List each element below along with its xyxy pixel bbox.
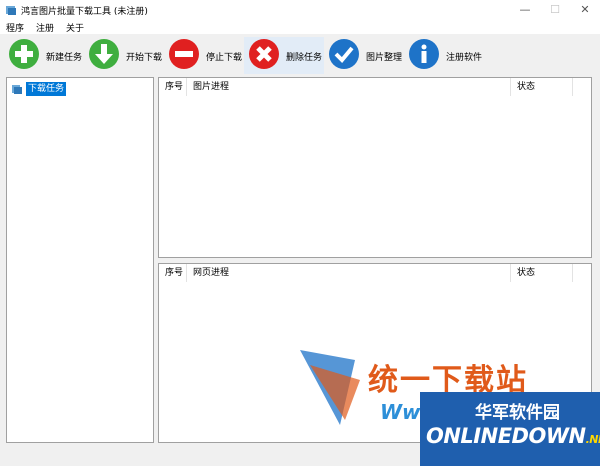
col-header-image-progress[interactable]: 图片进程 (187, 78, 511, 96)
title-bar: 鸿言图片批量下载工具 (未注册) — ☐ ✕ (0, 0, 600, 20)
image-progress-table[interactable]: 序号 图片进程 状态 (158, 77, 592, 258)
menu-register[interactable]: 注册 (36, 21, 54, 34)
maximize-button[interactable]: ☐ (540, 0, 570, 20)
toolbar: 新建任务 开始下载 停止下载 删除任务 图片整理 注册软件 (0, 34, 600, 76)
window-title: 鸿言图片批量下载工具 (未注册) (21, 7, 148, 17)
col-header-index[interactable]: 序号 (159, 78, 187, 96)
tree-item-label: 下载任务 (26, 82, 67, 96)
organize-images-label: 图片整理 (366, 53, 403, 63)
check-icon (329, 39, 359, 69)
badge-en-suffix: .NET (585, 433, 600, 446)
stop-download-label: 停止下载 (206, 53, 243, 63)
badge-cn-text: 华军软件园 (475, 403, 560, 423)
task-tree-panel[interactable]: 下载任务 (6, 77, 154, 443)
plus-icon (9, 39, 39, 69)
col-header-status[interactable]: 状态 (511, 78, 573, 96)
menu-about[interactable]: 关于 (66, 21, 84, 34)
tasks-folder-icon (12, 85, 22, 94)
close-button[interactable]: ✕ (570, 0, 600, 20)
col-header-index[interactable]: 序号 (159, 264, 187, 282)
info-icon (409, 39, 439, 69)
register-software-label: 注册软件 (446, 53, 483, 63)
onlinedown-badge: 华军软件园 ONLINEDOWN.NET (420, 392, 600, 466)
arrow-down-icon (89, 39, 119, 69)
badge-en-main: ONLINEDOWN (426, 424, 586, 448)
close-icon (249, 39, 279, 69)
watermark-logo (300, 350, 360, 425)
menu-bar: 程序 注册 关于 (0, 20, 600, 34)
new-task-label: 新建任务 (46, 53, 83, 63)
badge-en-text: ONLINEDOWN.NET (426, 424, 600, 448)
start-download-label: 开始下载 (126, 53, 163, 63)
col-header-page-progress[interactable]: 网页进程 (187, 264, 511, 282)
app-icon (6, 6, 16, 15)
col-header-status[interactable]: 状态 (511, 264, 573, 282)
minimize-button[interactable]: — (510, 0, 540, 20)
menu-program[interactable]: 程序 (6, 21, 24, 34)
delete-task-label: 删除任务 (286, 53, 323, 63)
minus-icon (169, 39, 199, 69)
